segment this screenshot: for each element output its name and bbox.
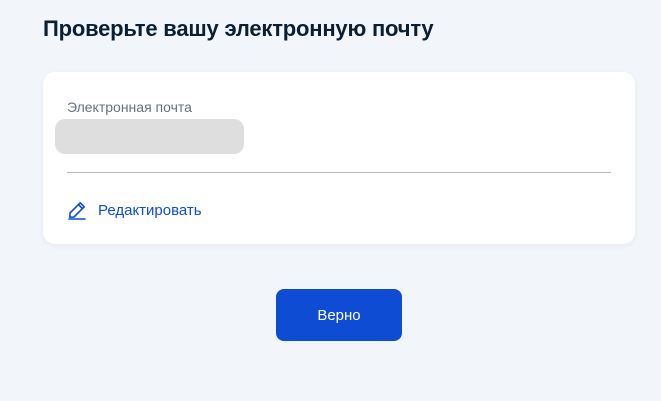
confirm-button[interactable]: Верно bbox=[276, 289, 402, 341]
divider bbox=[67, 172, 611, 173]
edit-email-link[interactable]: Редактировать bbox=[67, 200, 202, 220]
edit-link-label: Редактировать bbox=[98, 201, 202, 219]
email-value-masked bbox=[55, 119, 244, 154]
email-label: Электронная почта bbox=[67, 99, 192, 115]
email-card: Электронная почта Редактировать bbox=[43, 72, 635, 244]
page-title: Проверьте вашу электронную почту bbox=[43, 16, 434, 41]
pencil-icon bbox=[67, 200, 87, 220]
